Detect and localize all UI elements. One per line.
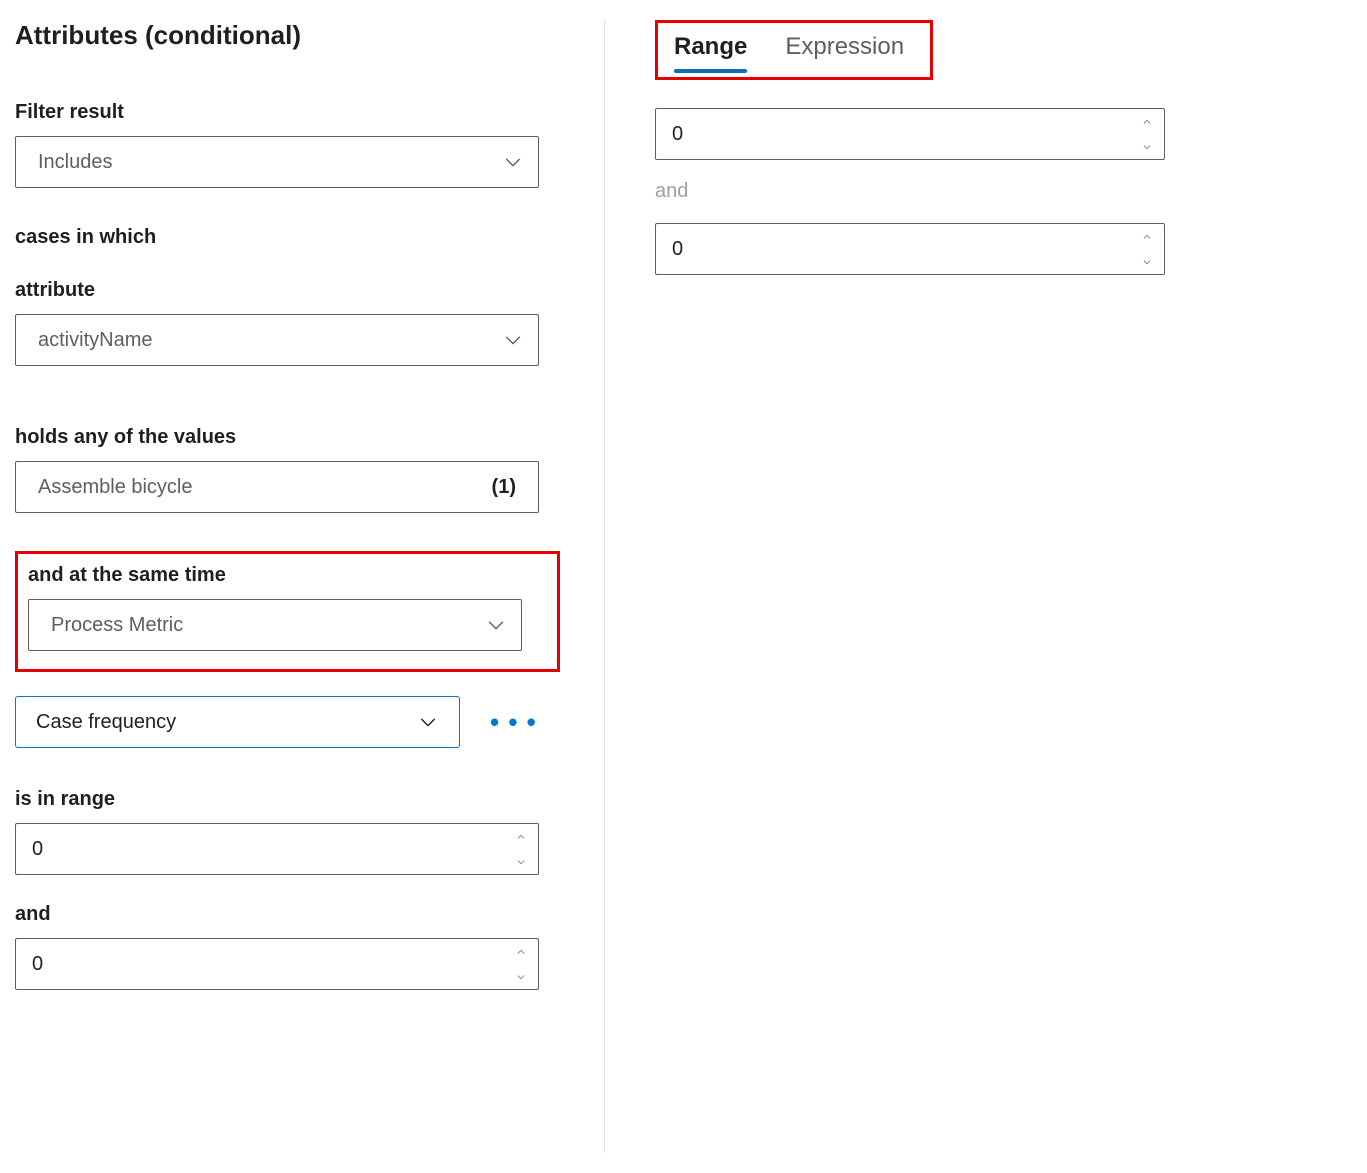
spin-up-button[interactable] (1130, 224, 1164, 249)
spinner-buttons (1130, 224, 1164, 274)
attribute-dropdown[interactable]: activityName (15, 314, 539, 366)
chevron-up-icon (514, 832, 528, 842)
and-label-right: and (655, 180, 1352, 203)
filter-result-dropdown[interactable]: Includes (15, 136, 539, 188)
same-time-value: Process Metric (51, 614, 183, 637)
chevron-down-icon (502, 151, 524, 173)
chevron-down-icon (485, 614, 507, 636)
attribute-block: attribute activityName (15, 279, 574, 366)
tabs-highlight: Range Expression (655, 20, 933, 80)
and-label-left: and (15, 903, 574, 926)
tab-expression[interactable]: Expression (785, 23, 904, 69)
filter-result-block: Filter result Includes (15, 101, 574, 188)
chevron-down-icon (417, 711, 439, 733)
holds-values-label: holds any of the values (15, 426, 574, 449)
in-range-label: is in range (15, 788, 574, 811)
right-range-to-spinner[interactable] (655, 223, 1165, 275)
same-time-dropdown[interactable]: Process Metric (28, 599, 522, 651)
spin-up-button[interactable] (504, 939, 538, 964)
attribute-value: activityName (38, 329, 152, 352)
chevron-up-icon (1140, 117, 1154, 127)
spin-up-button[interactable] (504, 824, 538, 849)
spinner-buttons (1130, 109, 1164, 159)
metric-value: Case frequency (36, 711, 176, 734)
right-range-from-input[interactable] (656, 109, 1130, 159)
spinner-buttons (504, 939, 538, 989)
metric-row: Case frequency • • • (15, 696, 574, 748)
chevron-down-icon (514, 857, 528, 867)
right-pane: Range Expression and (605, 20, 1352, 1153)
spin-down-button[interactable] (1130, 134, 1164, 159)
spin-down-button[interactable] (1130, 249, 1164, 274)
left-pane: Attributes (conditional) Filter result I… (15, 20, 605, 1153)
tab-range[interactable]: Range (674, 23, 747, 69)
holds-values-count: (1) (492, 476, 516, 499)
chevron-up-icon (1140, 232, 1154, 242)
holds-values-block: holds any of the values Assemble bicycle… (15, 426, 574, 513)
holds-values-multiselect[interactable]: Assemble bicycle (1) (15, 461, 539, 513)
attribute-label: attribute (15, 279, 574, 302)
holds-values-text: Assemble bicycle (38, 476, 193, 499)
filter-result-label: Filter result (15, 101, 574, 124)
chevron-up-icon (514, 947, 528, 957)
range-from-spinner[interactable] (15, 823, 539, 875)
same-time-label: and at the same time (28, 564, 543, 587)
tabs: Range Expression (674, 23, 904, 69)
chevron-down-icon (1140, 257, 1154, 267)
filter-result-value: Includes (38, 151, 113, 174)
spinner-buttons (504, 824, 538, 874)
spin-up-button[interactable] (1130, 109, 1164, 134)
same-time-highlight: and at the same time Process Metric (15, 551, 560, 672)
spin-down-button[interactable] (504, 964, 538, 989)
range-from-input[interactable] (16, 824, 504, 874)
page-title: Attributes (conditional) (15, 20, 574, 51)
chevron-down-icon (514, 972, 528, 982)
metric-dropdown[interactable]: Case frequency (15, 696, 460, 748)
range-to-spinner[interactable] (15, 938, 539, 990)
right-range-to-input[interactable] (656, 224, 1130, 274)
more-horizontal-icon: • • • (490, 707, 537, 737)
chevron-down-icon (502, 329, 524, 351)
spin-down-button[interactable] (504, 849, 538, 874)
right-range-from-spinner[interactable] (655, 108, 1165, 160)
range-to-input[interactable] (16, 939, 504, 989)
chevron-down-icon (1140, 142, 1154, 152)
cases-in-which-text: cases in which (15, 226, 574, 249)
